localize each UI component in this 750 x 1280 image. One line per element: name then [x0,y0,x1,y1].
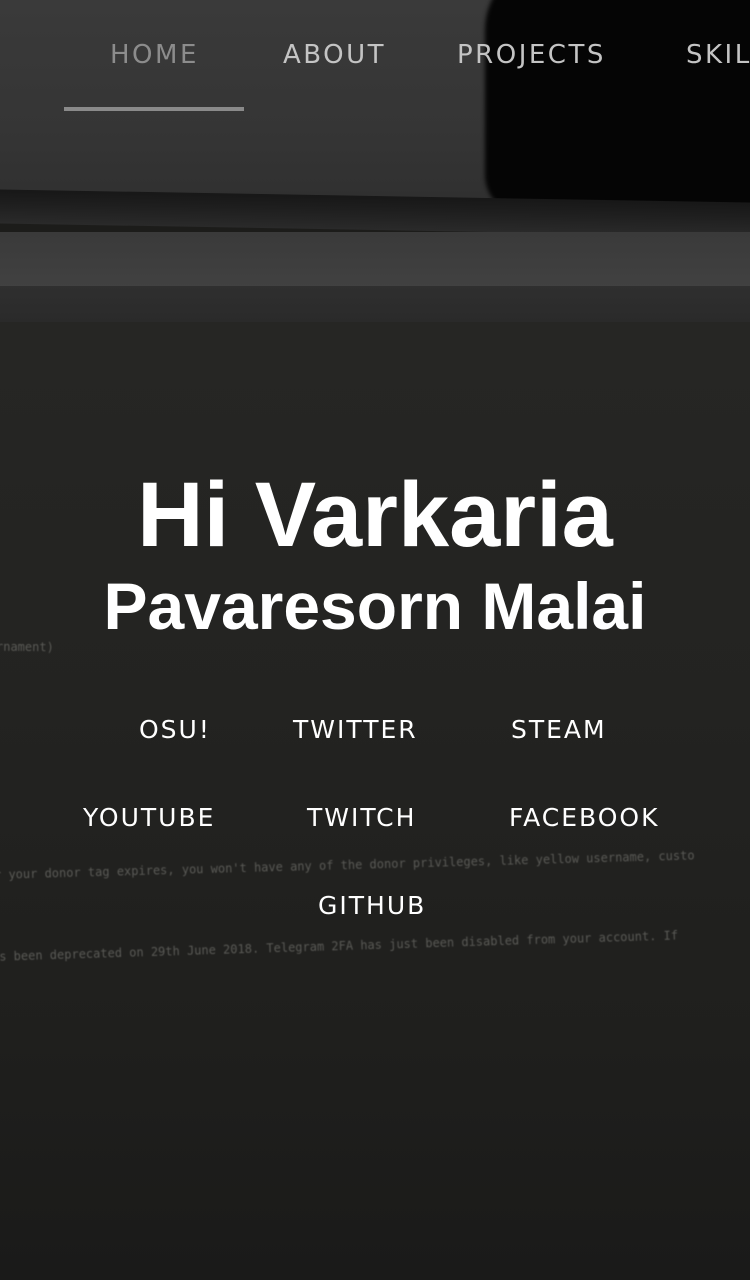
nav-item-projects[interactable]: PROJECTS [457,40,606,70]
nav-item-skills[interactable]: SKIL [686,40,750,70]
top-navigation: HOME ABOUT PROJECTS SKIL [0,0,750,112]
social-link-twitter[interactable]: TWITTER [293,715,418,744]
social-link-facebook[interactable]: FACEBOOK [509,803,659,832]
background-monitor-bezel [0,232,750,288]
nav-active-indicator [64,107,244,111]
nav-item-about[interactable]: ABOUT [283,40,386,70]
social-link-osu[interactable]: OSU! [139,715,211,744]
social-link-steam[interactable]: STEAM [511,715,607,744]
social-link-youtube[interactable]: YOUTUBE [83,803,215,832]
hero-title: Hi Varkaria [137,464,613,566]
background-monitor-bezel-lower [0,286,750,324]
hero-subtitle: Pavaresorn Malai [103,569,647,643]
nav-item-home[interactable]: HOME [110,40,199,70]
social-link-github[interactable]: GITHUB [318,891,426,920]
page: rnament) r your donor tag expires, you w… [0,0,750,1280]
social-link-twitch[interactable]: TWITCH [307,803,416,832]
